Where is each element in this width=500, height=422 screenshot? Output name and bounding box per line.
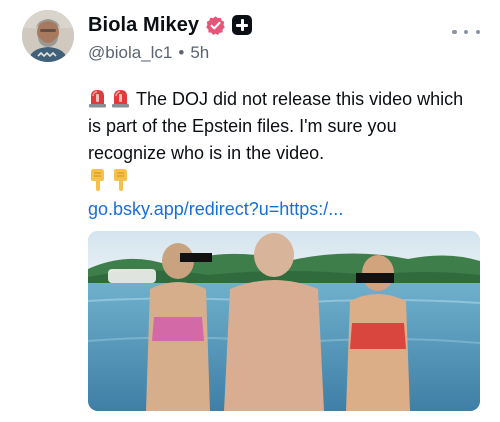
plus-badge-icon[interactable] [232,15,253,35]
verified-badge-icon[interactable] [205,15,226,36]
post-media-image[interactable] [88,231,480,411]
post-timestamp[interactable]: 5h [190,43,209,63]
post-text-line-1: The DOJ did not release this video which [88,86,488,113]
post-card[interactable]: Biola Mikey @biola_lc1 • 5h The DOJ did … [0,0,500,422]
post-text-line-1-text: The DOJ did not release this video which [136,89,464,109]
author-handle[interactable]: @biola_lc1 [88,43,172,63]
author-display-name[interactable]: Biola Mikey [88,14,199,37]
post-text: The DOJ did not release this video which… [88,86,488,223]
avatar[interactable] [22,10,74,62]
author-name-row: Biola Mikey [88,12,468,38]
siren-emoji-icon [111,87,130,108]
post-link[interactable]: go.bsky.app/redirect?u=https:/... [88,195,488,223]
censor-bar-left [180,253,212,262]
post-header: Biola Mikey @biola_lc1 • 5h [88,12,468,64]
more-options-icon[interactable] [452,24,480,40]
pointing-down-emoji-icon [111,168,131,192]
meta-separator: • [178,43,185,62]
siren-emoji-icon [88,87,107,108]
dot-icon [475,29,480,35]
dot-icon [452,29,457,35]
emoji-row [88,167,488,193]
dot-icon [463,29,469,35]
author-meta-row: @biola_lc1 • 5h [88,42,468,64]
censor-bar-right [356,273,394,283]
post-text-line-2: is part of the Epstein files. I'm sure y… [88,116,397,136]
pointing-down-emoji-icon [88,168,108,192]
post-text-line-3: recognize who is in the video. [88,143,325,163]
